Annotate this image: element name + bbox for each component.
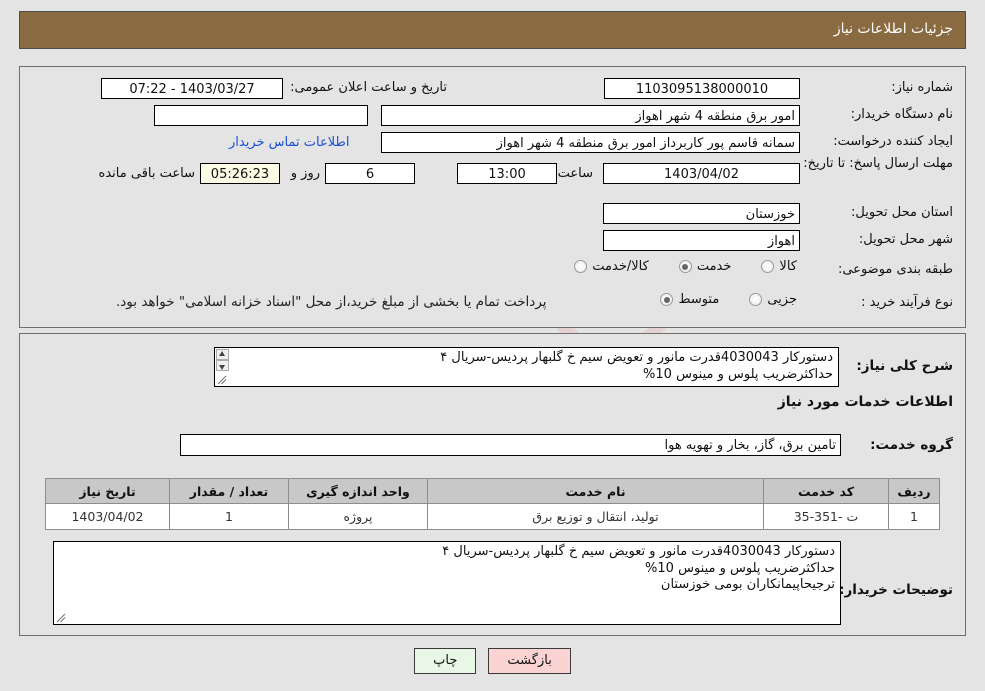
radio-category-khedmat[interactable]: خدمت — [678, 259, 732, 274]
cell-need-date: 1403/04/02 — [45, 503, 170, 530]
radio-process-motavasset[interactable]: متوسط — [660, 292, 719, 307]
radio-process-jozei-label: جزیی — [767, 292, 797, 307]
col-service-name: نام خدمت — [427, 478, 764, 504]
delivery-province-field[interactable]: خوزستان — [603, 203, 800, 224]
buyer-org-field[interactable]: امور برق منطقه 4 شهر اهواز — [381, 105, 800, 126]
action-button-bar: بازگشت چاپ — [0, 648, 985, 674]
purchase-process-radio-group[interactable]: جزیی متوسط — [634, 292, 797, 307]
buyer-org-extra-field[interactable] — [154, 105, 368, 126]
deadline-hour-field[interactable]: 13:00 — [457, 163, 557, 184]
page-header-bar: جزئیات اطلاعات نیاز — [19, 11, 966, 49]
label-purchase-process-type: نوع فرآیند خرید : — [861, 295, 953, 310]
buyer-notes-line-3: ترجیحاپیمانکاران بومی خوزستان — [660, 577, 835, 592]
cell-row-no: 1 — [888, 503, 940, 530]
cell-quantity: 1 — [169, 503, 289, 530]
radio-dot-icon[interactable] — [660, 293, 674, 306]
radio-category-khedmat-label: خدمت — [696, 259, 732, 274]
scroll-up-icon[interactable] — [216, 349, 229, 360]
radio-dot-icon[interactable] — [574, 260, 588, 273]
label-delivery-province: استان محل تحویل: — [851, 205, 953, 220]
label-service-group: گروه خدمت: — [870, 437, 953, 453]
page-title: جزئیات اطلاعات نیاز — [833, 21, 953, 37]
public-announce-datetime-field[interactable]: 1403/03/27 - 07:22 — [101, 78, 283, 99]
radio-category-kala-label: کالا — [779, 259, 797, 274]
services-heading: اطلاعات خدمات مورد نیاز — [777, 394, 953, 410]
buyer-notes-line-2: حداکثرضریب پلوس و مینوس 10% — [645, 560, 835, 576]
radio-process-jozei[interactable]: جزیی — [749, 292, 797, 307]
need-details-page: AriaTender.net جزئیات اطلاعات نیاز شماره… — [0, 0, 985, 691]
radio-category-kala-khedmat-label: کالا/خدمت — [592, 259, 649, 274]
request-creator-field[interactable]: سمانه قاسم پور کاربرداز امور برق منطقه 4… — [381, 132, 800, 153]
need-number-field[interactable]: 1103095138000010 — [604, 78, 800, 99]
time-remaining-field[interactable]: 05:26:23 — [200, 163, 280, 184]
table-row[interactable]: 1 ت -351-35 تولید، انتقال و توزیع برق پر… — [45, 503, 940, 530]
services-table: ردیف کد خدمت نام خدمت واحد اندازه گیری ت… — [45, 478, 940, 530]
general-description-line-2: حداکثرضریب پلوس و مینوس 10% — [643, 366, 833, 382]
col-unit: واحد اندازه گیری — [288, 478, 428, 504]
label-general-description: شرح کلی نیاز: — [856, 358, 953, 374]
col-need-date: تاریخ نیاز — [45, 478, 170, 504]
label-buyer-org: نام دستگاه خریدار: — [850, 107, 953, 122]
treasury-note: پرداخت تمام یا بخشی از مبلغ خرید،از محل … — [116, 294, 547, 310]
col-row-no: ردیف — [888, 478, 940, 504]
radio-dot-icon[interactable] — [749, 293, 763, 306]
label-hour: ساعت — [557, 166, 593, 181]
table-header-row: ردیف کد خدمت نام خدمت واحد اندازه گیری ت… — [45, 478, 940, 504]
service-group-field[interactable]: تامین برق، گاز، بخار و تهویه هوا — [180, 434, 841, 456]
radio-dot-icon[interactable] — [678, 260, 692, 273]
col-quantity: تعداد / مقدار — [169, 478, 289, 504]
radio-dot-icon[interactable] — [761, 260, 775, 273]
radio-category-kala-khedmat[interactable]: کالا/خدمت — [574, 259, 649, 274]
general-description-textarea[interactable]: دستورکار 4030043قدرت مانور و تعویض سیم خ… — [214, 347, 839, 387]
label-days-and: روز و — [290, 166, 320, 181]
cell-service-code: ت -351-35 — [763, 503, 889, 530]
cell-unit: پروژه — [288, 503, 428, 530]
radio-process-motavasset-label: متوسط — [678, 292, 720, 307]
radio-category-kala[interactable]: کالا — [761, 259, 797, 274]
general-description-line-1: دستورکار 4030043قدرت مانور و تعویض سیم خ… — [440, 350, 833, 365]
col-service-code: کد خدمت — [763, 478, 889, 504]
print-button[interactable]: چاپ — [414, 648, 477, 674]
cell-service-name: تولید، انتقال و توزیع برق — [427, 503, 764, 530]
buyer-notes-textarea[interactable]: دستورکار 4030043قدرت مانور و تعویض سیم خ… — [53, 541, 841, 625]
buyer-notes-line-1: دستورکار 4030043قدرت مانور و تعویض سیم خ… — [442, 544, 835, 559]
label-request-creator: ایجاد کننده درخواست: — [833, 134, 953, 149]
deadline-date-field[interactable]: 1403/04/02 — [603, 163, 800, 184]
label-delivery-city: شهر محل تحویل: — [858, 232, 953, 247]
subject-category-radio-group[interactable]: کالا خدمت کالا/خدمت — [548, 259, 797, 274]
buyer-contact-link[interactable]: اطلاعات تماس خریدار — [229, 135, 349, 150]
label-hours-remaining: ساعت باقی مانده — [98, 166, 195, 181]
label-response-deadline: مهلت ارسال پاسخ: تا تاریخ: — [803, 156, 953, 171]
delivery-city-field[interactable]: اهواز — [603, 230, 800, 251]
summary-panel: شماره نیاز: 1103095138000010 تاریخ و ساع… — [19, 66, 966, 328]
back-button[interactable]: بازگشت — [488, 648, 571, 674]
resize-grip-icon[interactable] — [217, 375, 227, 385]
days-remaining-field[interactable]: 6 — [325, 163, 415, 184]
label-buyer-notes: توضیحات خریدار: — [839, 582, 953, 598]
label-subject-category: طبقه بندی موضوعی: — [837, 262, 953, 277]
label-need-number: شماره نیاز: — [891, 80, 953, 95]
scroll-down-icon[interactable] — [216, 360, 229, 371]
resize-grip-icon[interactable] — [56, 613, 66, 623]
